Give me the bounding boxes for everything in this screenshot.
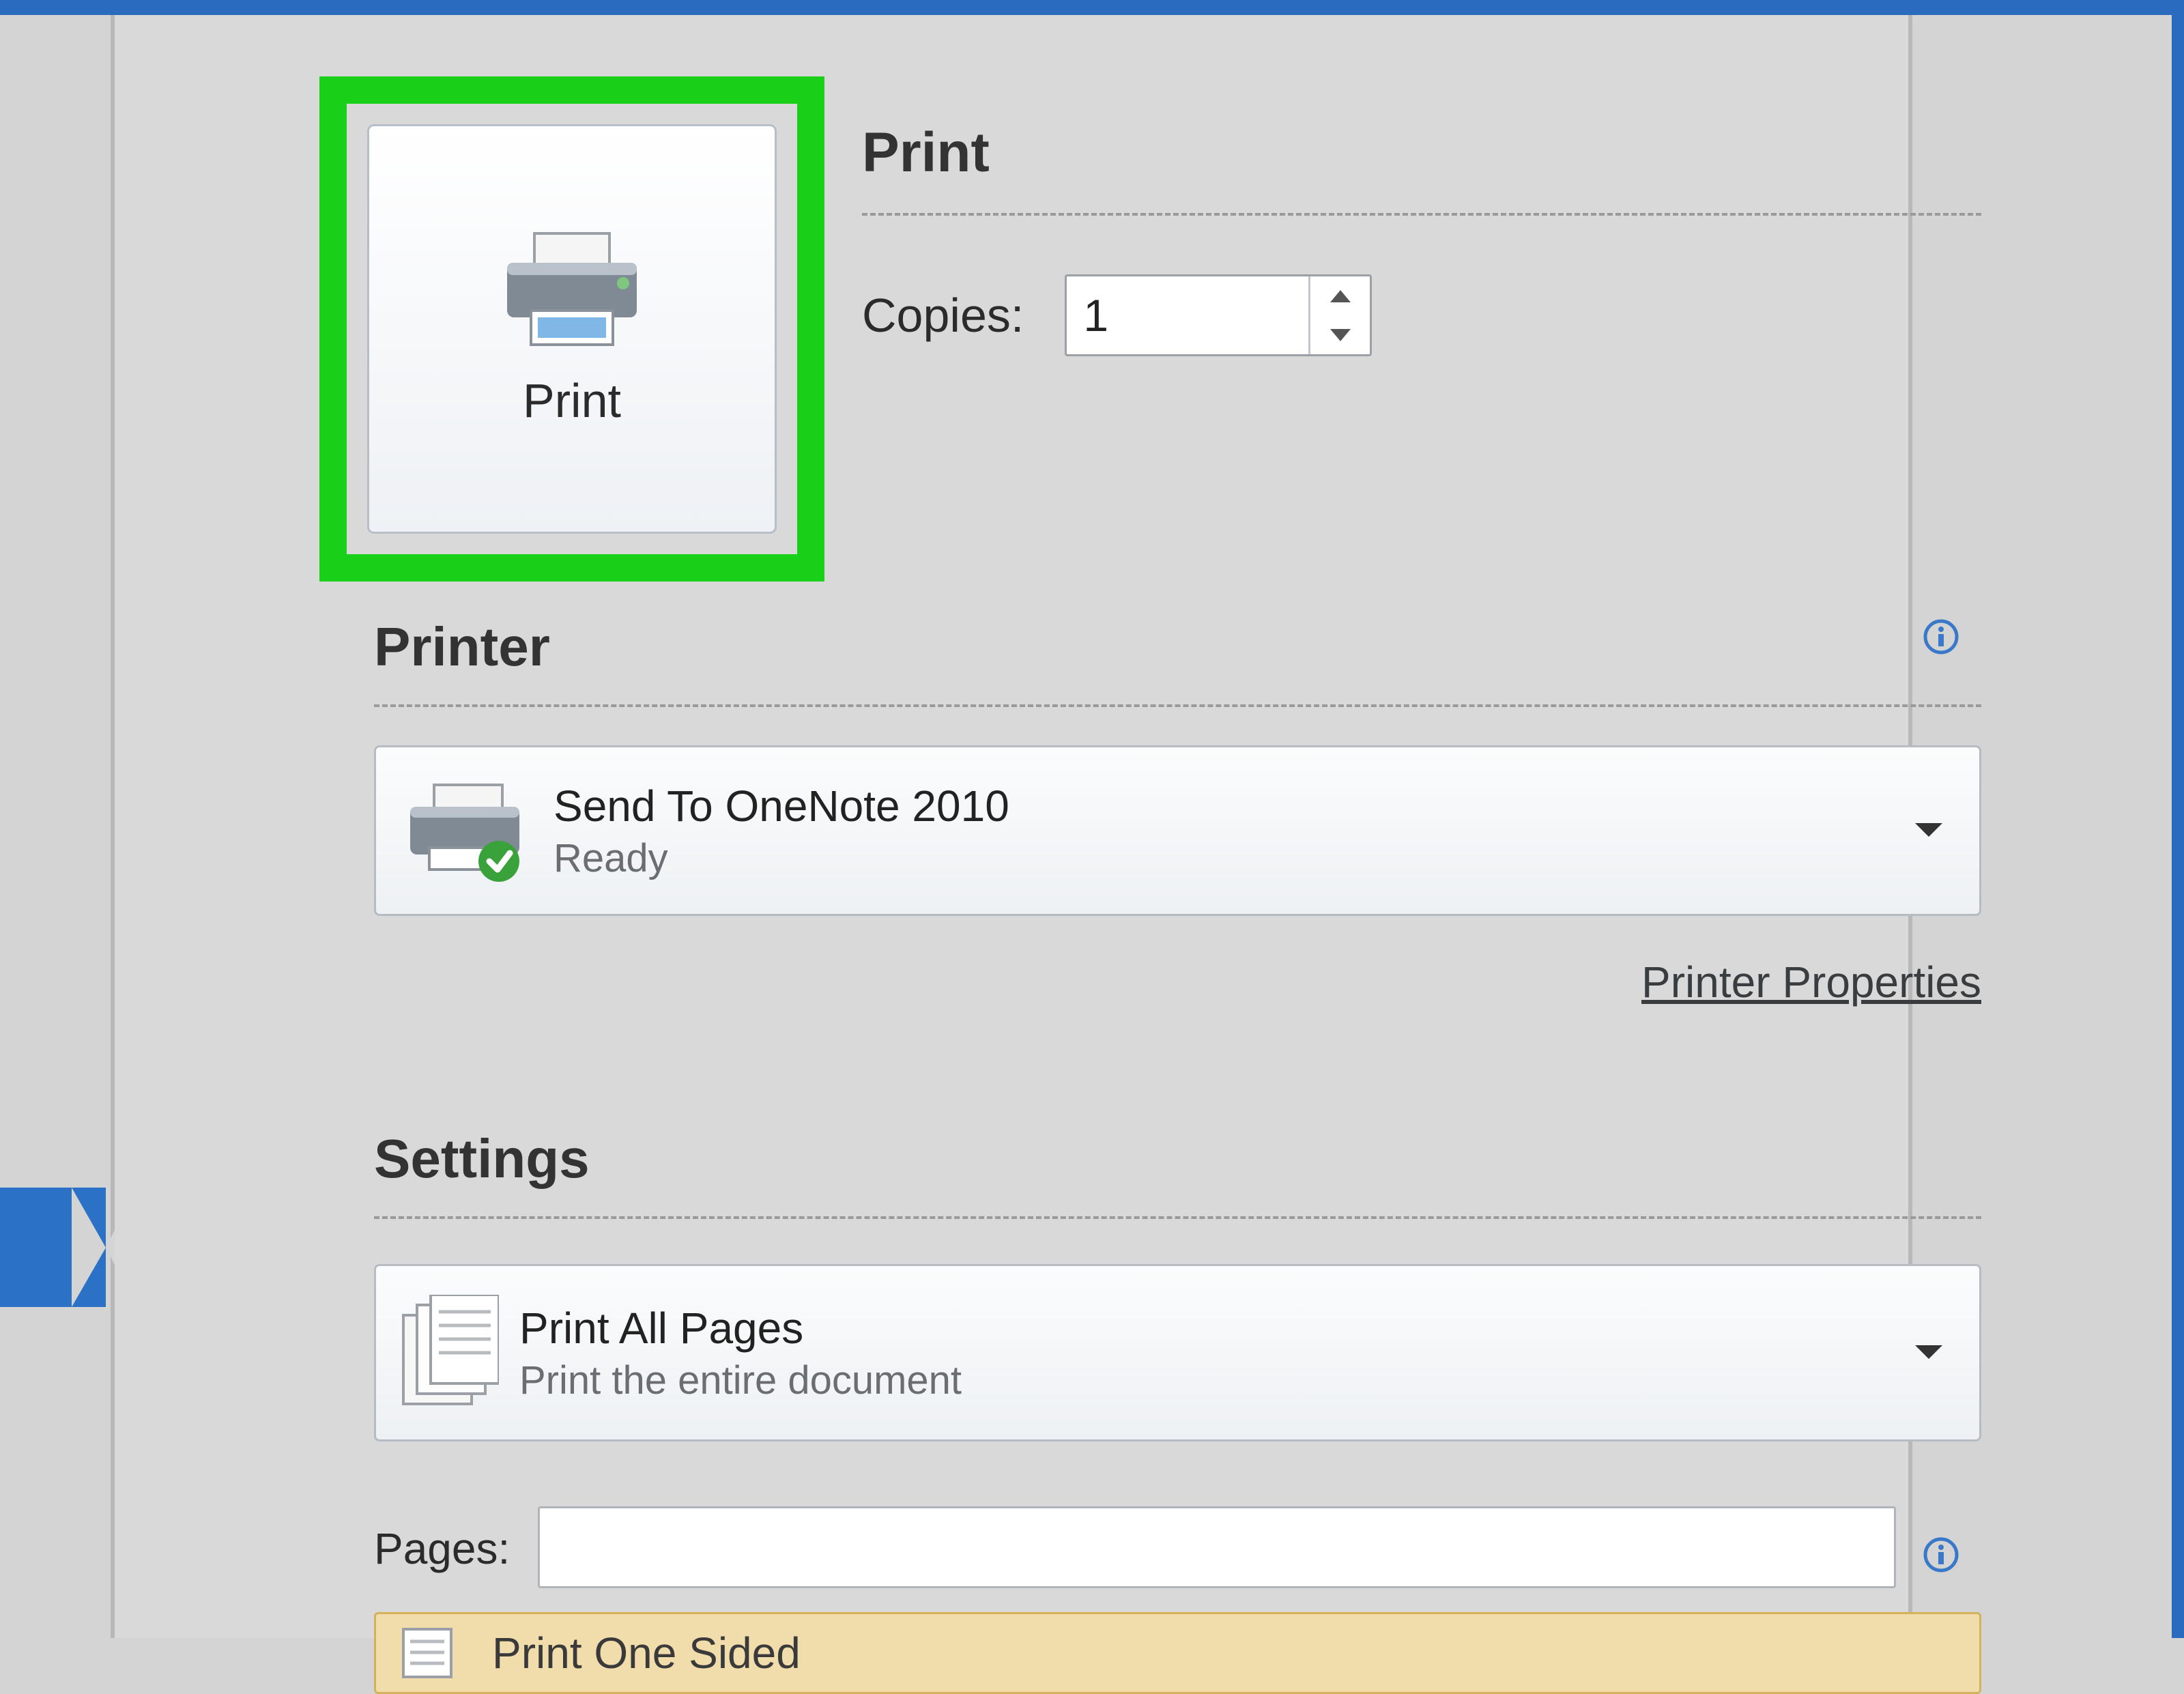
printer-name: Send To OneNote 2010: [554, 781, 1912, 831]
copies-stepper[interactable]: 1: [1065, 274, 1372, 356]
section-divider: [374, 704, 1981, 707]
copies-value[interactable]: 1: [1067, 276, 1308, 354]
pages-stack-icon: [397, 1295, 499, 1411]
printer-properties-link[interactable]: Printer Properties: [374, 957, 1981, 1007]
window-right-border: [2172, 0, 2184, 1638]
chevron-down-icon: [1912, 819, 1945, 843]
pages-input[interactable]: [538, 1506, 1896, 1588]
copies-label: Copies:: [862, 288, 1024, 343]
chevron-down-icon: [1912, 1341, 1945, 1365]
print-range-select[interactable]: Print All Pages Print the entire documen…: [374, 1264, 1981, 1441]
section-divider: [374, 1216, 1981, 1219]
copies-decrement[interactable]: [1310, 315, 1370, 354]
info-icon[interactable]: [1923, 619, 1959, 655]
print-section-heading: Print: [862, 121, 990, 185]
print-range-title: Print All Pages: [519, 1303, 1912, 1353]
printer-status: Ready: [554, 835, 1912, 881]
printer-icon: [497, 230, 647, 353]
print-sided-select[interactable]: Print One Sided: [374, 1612, 1981, 1694]
copies-increment[interactable]: [1310, 276, 1370, 315]
printer-ready-icon: [397, 779, 533, 882]
settings-section-heading: Settings: [374, 1128, 590, 1190]
printer-section-heading: Printer: [374, 616, 550, 678]
print-sided-title: Print One Sided: [492, 1628, 801, 1678]
print-backstage-panel: Print Print Copies: 1 Printer: [115, 15, 1908, 1638]
printer-select[interactable]: Send To OneNote 2010 Ready: [374, 745, 1981, 916]
single-sided-icon: [397, 1622, 472, 1684]
copies-row: Copies: 1: [862, 274, 1372, 356]
backstage-tab-indicator-notch: [72, 1188, 106, 1307]
print-button-label: Print: [523, 373, 621, 428]
window-top-border: [0, 0, 2184, 15]
print-range-subtitle: Print the entire document: [519, 1358, 1912, 1403]
info-icon[interactable]: [1923, 1537, 1959, 1573]
pages-label: Pages:: [374, 1523, 510, 1574]
print-button[interactable]: Print: [367, 124, 777, 534]
section-divider: [862, 213, 1981, 216]
